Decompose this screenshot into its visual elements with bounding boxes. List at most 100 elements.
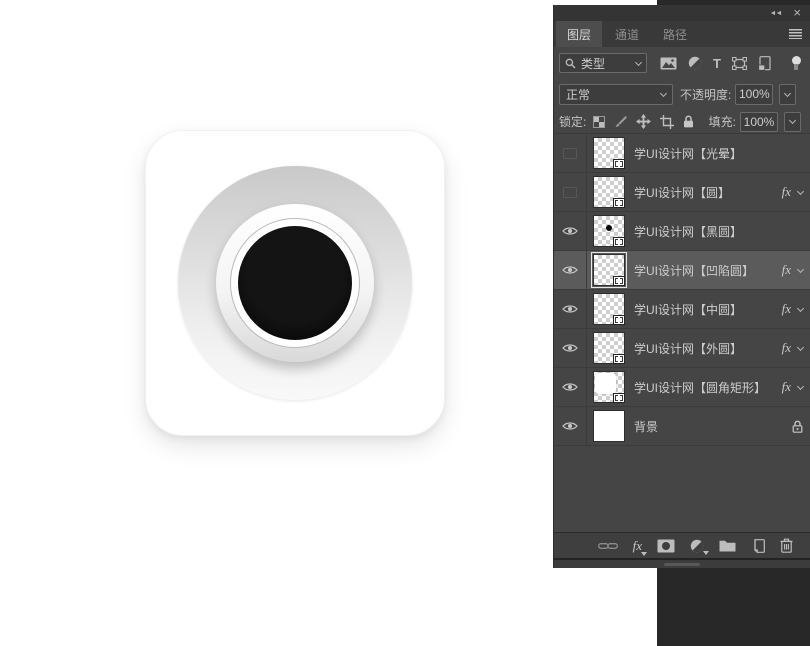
layer-filter-row: 类型 T <box>554 47 810 79</box>
layer-effects-fx-label[interactable]: fx <box>782 340 791 356</box>
layer-name[interactable]: 学UI设计网【圆】 <box>634 184 782 201</box>
pixel-layers-filter-icon[interactable] <box>660 57 677 70</box>
layer-row[interactable]: 学UI设计网【黑圆】 <box>554 212 810 251</box>
smart-object-badge-icon <box>613 315 625 325</box>
chevron-down-icon[interactable] <box>797 265 804 272</box>
smart-object-badge-icon <box>613 198 625 208</box>
close-panel-icon[interactable]: × <box>793 8 801 18</box>
layer-thumbnail[interactable] <box>593 254 625 286</box>
shape-layers-filter-icon[interactable] <box>732 57 747 70</box>
layer-name[interactable]: 学UI设计网【圆角矩形】 <box>634 379 782 396</box>
visibility-empty-well <box>563 187 577 198</box>
tab-layers[interactable]: 图层 <box>556 21 602 47</box>
filter-kind-label: 类型 <box>581 55 605 72</box>
layer-name[interactable]: 学UI设计网【外圆】 <box>634 340 782 357</box>
opacity-label: 不透明度: <box>680 86 731 103</box>
panel-bottom-toolbar: fx <box>554 532 810 558</box>
layer-thumbnail[interactable] <box>593 176 625 208</box>
chevron-down-icon <box>789 117 796 124</box>
fill-dropdown-button[interactable] <box>784 112 801 132</box>
layer-thumbnail[interactable] <box>593 332 625 364</box>
visibility-toggle[interactable] <box>554 173 587 211</box>
visibility-toggle[interactable] <box>554 134 587 172</box>
filter-icons: T <box>660 56 771 71</box>
layer-name[interactable]: 学UI设计网【黑圆】 <box>634 223 803 240</box>
new-group-icon[interactable] <box>719 539 736 552</box>
new-adjustment-layer-icon[interactable] <box>690 539 704 553</box>
delete-layer-icon[interactable] <box>780 538 793 553</box>
layer-effects-fx-label[interactable]: fx <box>782 301 791 317</box>
lock-position-icon[interactable] <box>636 114 651 129</box>
layer-row[interactable]: 学UI设计网【外圆】 fx <box>554 329 810 368</box>
adjustment-layers-filter-icon[interactable] <box>688 56 702 70</box>
photoshop-workspace: ◄◄ × 图层 通道 路径 类型 <box>0 0 810 646</box>
fill-value-field[interactable]: 100% <box>740 112 778 132</box>
layer-style-fx-icon[interactable]: fx <box>633 538 642 554</box>
chevron-down-icon[interactable] <box>797 304 804 311</box>
filter-toggle-switch[interactable] <box>791 56 801 70</box>
opacity-dropdown-button[interactable] <box>779 84 796 105</box>
layer-row[interactable]: 学UI设计网【圆】 fx <box>554 173 810 212</box>
layer-effects-fx-label[interactable]: fx <box>782 262 791 278</box>
chevron-down-icon <box>660 89 667 96</box>
panel-header-bar: ◄◄ × <box>554 5 810 21</box>
smart-object-filter-icon[interactable] <box>758 56 771 71</box>
chevron-down-icon <box>784 89 791 96</box>
rounded-rectangle-preview <box>595 373 616 394</box>
layer-name[interactable]: 学UI设计网【凹陷圆】 <box>634 262 782 279</box>
layer-row-background[interactable]: 背景 <box>554 407 810 446</box>
lock-icons <box>593 114 694 129</box>
visibility-toggle[interactable] <box>554 290 587 328</box>
layer-name[interactable]: 学UI设计网【中圆】 <box>634 301 782 318</box>
layer-effects-fx-label[interactable]: fx <box>782 379 791 395</box>
tab-channels[interactable]: 通道 <box>604 21 650 47</box>
chevron-down-icon[interactable] <box>797 187 804 194</box>
blend-mode-value: 正常 <box>566 86 590 103</box>
smart-object-badge-icon <box>613 354 625 364</box>
panel-resize-grip[interactable] <box>554 558 810 568</box>
new-layer-icon[interactable] <box>751 539 765 553</box>
layer-effects-fx-label[interactable]: fx <box>782 184 791 200</box>
chevron-down-icon[interactable] <box>797 382 804 389</box>
lock-all-icon[interactable] <box>683 115 694 128</box>
add-layer-mask-icon[interactable] <box>657 539 675 553</box>
visibility-toggle[interactable] <box>554 251 587 289</box>
lock-icon <box>792 420 803 433</box>
layer-thumbnail[interactable] <box>593 293 625 325</box>
fx-glyph: fx <box>633 538 642 554</box>
visibility-toggle[interactable] <box>554 407 587 445</box>
type-layers-filter-icon[interactable]: T <box>713 57 721 70</box>
panel-menu-icon[interactable] <box>789 29 802 39</box>
layer-thumbnail[interactable] <box>593 137 625 169</box>
layer-thumbnail[interactable] <box>593 371 625 403</box>
lock-artboard-icon[interactable] <box>660 115 674 129</box>
eye-icon <box>562 343 578 353</box>
panel-tab-bar: 图层 通道 路径 <box>554 21 810 47</box>
layer-row[interactable]: 学UI设计网【光晕】 <box>554 134 810 173</box>
lock-image-pixels-icon[interactable] <box>614 115 627 128</box>
layer-thumbnail[interactable] <box>593 410 625 442</box>
lock-transparent-pixels-icon[interactable] <box>593 116 605 128</box>
fill-value: 100% <box>744 115 775 129</box>
layer-row-selected[interactable]: 学UI设计网【凹陷圆】 fx <box>554 251 810 290</box>
collapse-panel-icon[interactable]: ◄◄ <box>770 10 782 17</box>
chevron-down-icon[interactable] <box>797 343 804 350</box>
eye-icon <box>562 382 578 392</box>
layer-name[interactable]: 背景 <box>634 418 792 435</box>
black-circle-shape <box>238 226 352 340</box>
tab-paths[interactable]: 路径 <box>652 21 698 47</box>
search-icon <box>565 58 576 69</box>
layer-thumbnail[interactable] <box>593 215 625 247</box>
eye-icon <box>562 304 578 314</box>
layer-name[interactable]: 学UI设计网【光晕】 <box>634 145 803 162</box>
link-layers-icon[interactable] <box>598 541 618 551</box>
layer-row[interactable]: 学UI设计网【中圆】 fx <box>554 290 810 329</box>
filter-kind-dropdown[interactable]: 类型 <box>559 53 647 73</box>
visibility-toggle[interactable] <box>554 212 587 250</box>
visibility-toggle[interactable] <box>554 368 587 406</box>
layer-list: 学UI设计网【光晕】 学UI设计网【圆】 fx <box>554 133 810 532</box>
visibility-toggle[interactable] <box>554 329 587 367</box>
layer-row[interactable]: 学UI设计网【圆角矩形】 fx <box>554 368 810 407</box>
blend-mode-dropdown[interactable]: 正常 <box>559 84 673 105</box>
opacity-value-field[interactable]: 100% <box>735 84 773 105</box>
